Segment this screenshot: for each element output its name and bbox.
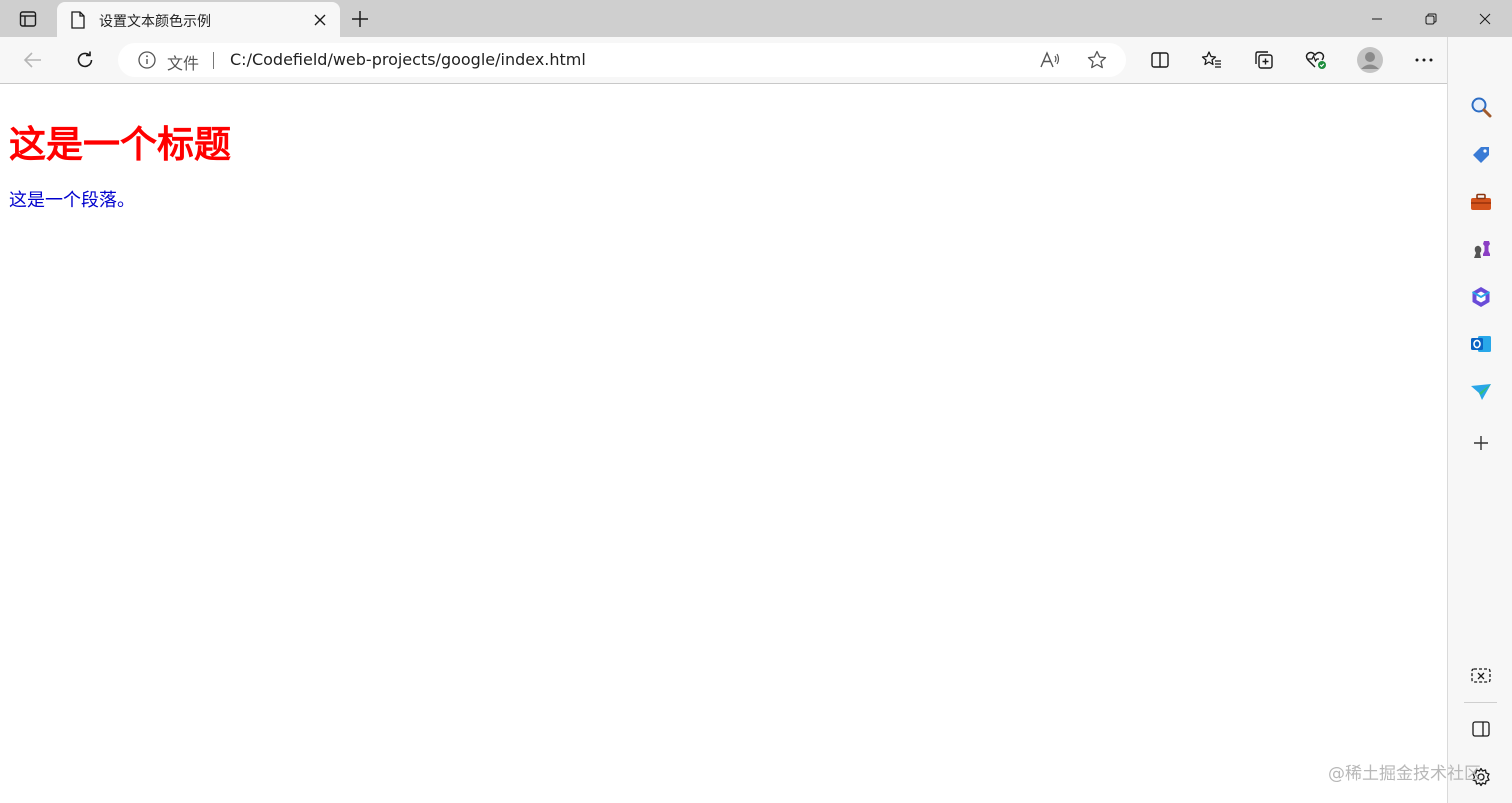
sidebar-search-button[interactable] [1466,92,1496,122]
restore-icon [1425,13,1437,24]
collections-icon [1255,51,1273,69]
tab-actions-icon [19,11,37,27]
read-aloud-icon [1040,51,1060,68]
profile-button[interactable] [1353,44,1387,76]
favorites-icon [1201,51,1221,68]
favorite-button[interactable] [1084,48,1110,72]
plus-icon [352,11,368,27]
read-aloud-button[interactable] [1037,48,1063,72]
star-icon [1087,50,1107,69]
office-icon [1471,287,1491,307]
hide-sidebar-icon [1472,721,1490,737]
tools-icon [1471,193,1491,210]
shopping-tag-icon [1473,147,1489,163]
sidebar-outlook-button[interactable] [1466,329,1496,359]
address-separator [213,52,214,69]
restore-button[interactable] [1404,0,1458,37]
close-window-button[interactable] [1458,0,1512,37]
url-text[interactable]: C:/Codefield/web-projects/google/index.h… [230,50,586,69]
minimize-button[interactable] [1350,0,1404,37]
sidebar-shopping-button[interactable] [1466,140,1496,170]
back-button[interactable] [16,44,50,76]
games-icon [1474,241,1490,258]
document-icon [71,11,85,29]
sidebar-hide-button[interactable] [1466,714,1496,744]
drop-icon [1471,384,1491,400]
screenshot-icon [1471,668,1491,683]
add-icon [1474,436,1488,450]
sidebar-games-button[interactable] [1466,234,1496,264]
address-bar[interactable]: 文件 C:/Codefield/web-projects/google/inde… [118,43,1126,77]
tab-strip: 设置文本颜色示例 [0,0,1512,37]
close-icon [314,14,326,26]
back-arrow-icon [23,52,41,68]
more-button[interactable] [1407,44,1441,76]
heart-pulse-icon [1305,51,1326,69]
close-icon [1479,13,1491,24]
sidebar-screenshot-button[interactable] [1466,661,1496,691]
split-screen-button[interactable] [1143,44,1177,76]
info-icon[interactable] [138,51,156,69]
active-tab[interactable]: 设置文本颜色示例 [57,2,340,37]
sidebar-add-button[interactable] [1466,428,1496,458]
watermark: @稀土掘金技术社区 [1328,764,1481,784]
tab-actions-button[interactable] [9,7,47,31]
outlook-icon [1471,336,1491,352]
refresh-button[interactable] [68,44,102,76]
favorites-button[interactable] [1195,44,1229,76]
new-tab-button[interactable] [347,6,373,32]
search-icon [1471,97,1492,118]
scheme-label: 文件 [167,54,200,73]
page-paragraph: 这是一个段落。 [9,190,135,211]
page-viewport: 这是一个标题 这是一个段落。 [0,84,1447,803]
toolbar: 文件 C:/Codefield/web-projects/google/inde… [0,37,1512,84]
browser-essentials-button[interactable] [1299,44,1333,76]
split-screen-icon [1151,52,1169,68]
tab-close-button[interactable] [310,10,330,30]
collections-button[interactable] [1247,44,1281,76]
side-panel [1447,37,1512,803]
avatar-icon [1357,47,1383,73]
sidebar-tools-button[interactable] [1466,187,1496,217]
page-heading: 这是一个标题 [9,123,231,166]
sidebar-drop-button[interactable] [1466,377,1496,407]
refresh-icon [77,51,93,68]
more-icon [1415,58,1433,62]
sidebar-divider [1464,702,1497,703]
minimize-icon [1372,18,1382,19]
sidebar-office-button[interactable] [1466,282,1496,312]
tab-title: 设置文本颜色示例 [99,14,211,30]
